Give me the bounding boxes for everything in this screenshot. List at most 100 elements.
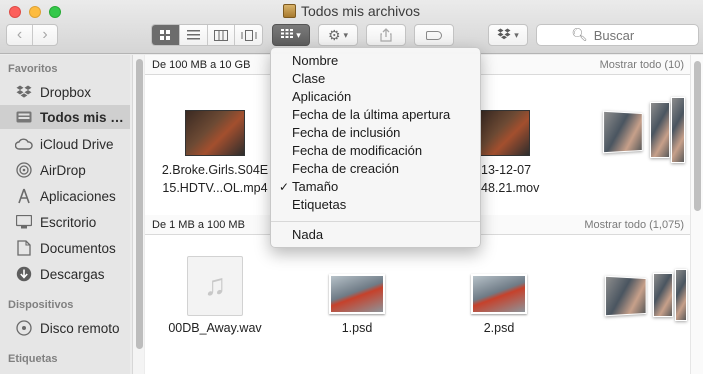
search-icon: 🔍︎ [571,27,588,42]
file-name: 2.Broke.Girls.S04E [161,163,269,177]
file-item[interactable]: 13-12-07 48.21.mov [481,161,581,197]
menu-item-date-created[interactable]: Fecha de creación [271,160,480,178]
sidebar-item-documents[interactable]: Documentos [0,236,130,260]
image-stack-thumbnail[interactable] [604,275,647,317]
view-mode-control [151,24,263,46]
dropbox-icon [497,28,511,43]
share-icon [380,28,392,42]
menu-item-date-modified[interactable]: Fecha de modificación [271,142,480,160]
airdrop-icon [14,161,34,179]
chevron-down-icon: ▾ [343,29,349,40]
show-all-link[interactable]: Mostrar todo (1,075) [584,219,684,231]
desktop-icon [14,213,34,231]
sidebar-item-downloads[interactable]: Descargas [0,262,130,286]
checkmark-icon: ✓ [279,180,290,194]
arrange-grid-icon [281,29,294,41]
cover-flow-view-button[interactable] [234,25,262,45]
back-button[interactable]: ‹ [7,25,32,45]
menu-item-none[interactable]: Nada [271,226,480,244]
grid-icon [160,29,171,40]
window-title: Todos mis archivos [0,3,703,19]
video-thumbnail[interactable] [480,110,530,156]
sidebar-item-dropbox[interactable]: Dropbox [0,80,130,104]
cover-flow-icon [241,29,257,41]
file-name: 2.psd [483,321,515,335]
sidebar-item-applications[interactable]: Aplicaciones [0,184,130,208]
audio-file-thumbnail[interactable]: ♫ [187,256,243,316]
all-files-icon [14,108,34,126]
content-scrollbar[interactable] [690,55,703,374]
sidebar-item-label: Escritorio [40,214,97,230]
sidebar-section-favorites: Favoritos [8,63,58,75]
icon-view-button[interactable] [152,25,180,45]
sidebar-item-airdrop[interactable]: AirDrop [0,158,130,182]
dropbox-menu-button[interactable]: ▾ [488,24,528,46]
sidebar-scrollbar[interactable] [132,55,144,374]
navigation-buttons: ‹ › [6,24,58,46]
file-name: 1.psd [341,321,373,335]
image-stack-thumbnail[interactable] [650,102,670,158]
video-thumbnail[interactable] [185,110,245,156]
chevron-down-icon: ▾ [514,29,519,40]
list-icon [187,30,201,40]
scrollbar-thumb[interactable] [694,61,701,211]
disc-icon [14,319,34,337]
image-stack-thumbnail[interactable] [653,273,673,317]
image-stack-thumbnail[interactable] [671,97,685,163]
gear-icon: ⚙ [327,26,341,43]
sidebar-item-remote-disc[interactable]: Disco remoto [0,316,130,340]
sidebar-item-desktop[interactable]: Escritorio [0,210,130,234]
sidebar-item-label: Todos mis archivos [40,109,124,125]
sidebar-item-label: Disco remoto [40,320,120,336]
file-item[interactable]: 00DB_Away.wav [145,319,285,337]
file-item[interactable]: 1.psd [307,319,407,337]
menu-item-name[interactable]: Nombre [271,52,480,70]
dropbox-icon [14,83,34,101]
sidebar-item-label: Descargas [40,266,105,282]
downloads-icon [14,265,34,283]
menu-item-date-last-opened[interactable]: Fecha de la última apertura [271,106,480,124]
image-thumbnail[interactable] [471,274,527,314]
file-name: 00DB_Away.wav [168,321,262,335]
menu-item-kind[interactable]: Clase [271,70,480,88]
music-note-icon: ♫ [203,269,227,302]
menu-item-tags[interactable]: Etiquetas [271,196,480,214]
window-toolbar: Todos mis archivos ‹ › ▾ ⚙ ▾ ▾ 🔍︎ Buscar [0,0,703,54]
sidebar: Favoritos Dropbox Todos mis archivos iCl… [0,55,144,374]
group-title: De 100 MB a 10 GB [152,58,251,71]
tag-icon [426,30,442,40]
sidebar-item-icloud-drive[interactable]: iCloud Drive [0,132,130,156]
search-input[interactable] [593,27,664,43]
scrollbar-thumb[interactable] [136,59,143,349]
forward-button[interactable]: › [31,25,57,45]
sidebar-item-label: Dropbox [40,84,92,100]
file-name: 48.21.mov [481,181,540,195]
search-field[interactable]: 🔍︎ [536,24,699,46]
arrange-button[interactable]: ▾ [272,24,310,46]
list-view-button[interactable] [179,25,207,45]
applications-icon [14,187,34,205]
menu-item-date-added[interactable]: Fecha de inclusión [271,124,480,142]
image-stack-thumbnail[interactable] [675,269,687,321]
action-button[interactable]: ⚙ ▾ [318,24,358,46]
menu-separator [271,221,480,222]
column-view-button[interactable] [206,25,235,45]
menu-item-size[interactable]: ✓ Tamaño [271,178,480,196]
show-all-link[interactable]: Mostrar todo (10) [600,59,684,71]
image-thumbnail[interactable] [329,274,385,314]
file-item[interactable]: 2.psd [449,319,549,337]
menu-item-application[interactable]: Aplicación [271,88,480,106]
sidebar-item-label: Documentos [40,240,116,256]
file-name: 13-12-07 [481,163,532,177]
file-item[interactable]: 2.Broke.Girls.S04E 15.HDTV...OL.mp4 [145,161,285,197]
sidebar-item-label: Aplicaciones [40,188,116,204]
edit-tags-button[interactable] [414,24,454,46]
sidebar-section-devices: Dispositivos [8,299,74,311]
image-stack-thumbnail[interactable] [603,110,643,154]
sidebar-item-label: iCloud Drive [40,136,114,152]
documents-icon [14,239,34,257]
arrange-by-menu: Nombre Clase Aplicación Fecha de la últi… [270,47,481,248]
share-button[interactable] [366,24,406,46]
sidebar-item-all-my-files[interactable]: Todos mis archivos [0,105,130,129]
sidebar-item-label: AirDrop [40,162,86,178]
